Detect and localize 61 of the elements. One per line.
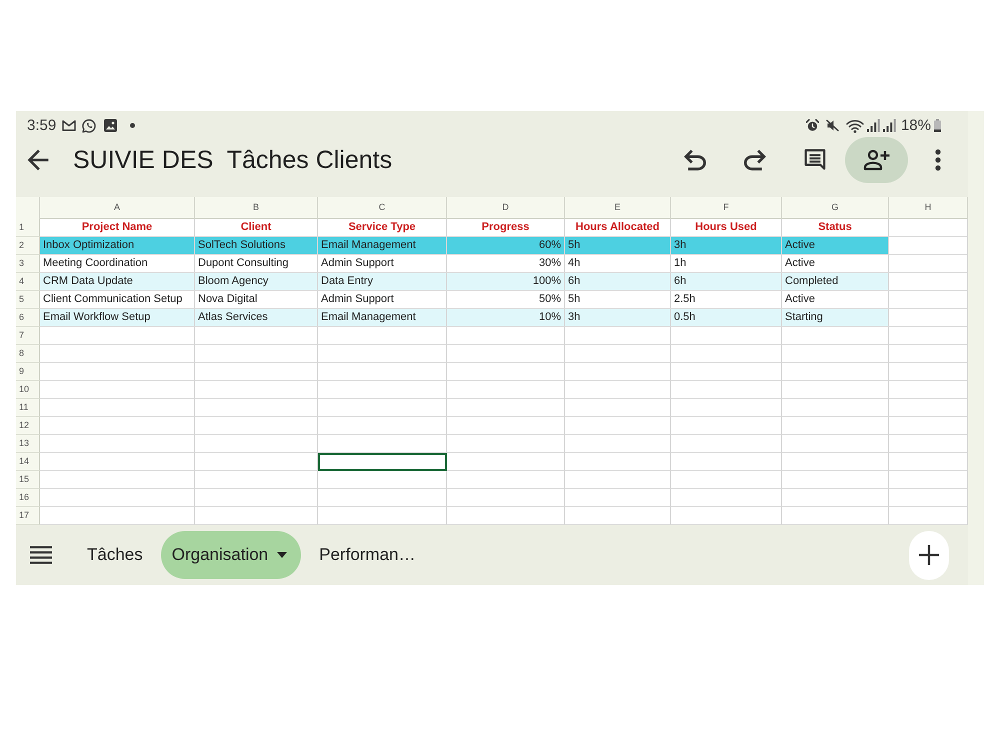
arrow-left-icon	[27, 148, 49, 170]
column-letter[interactable]: D	[447, 197, 565, 219]
clock-time: 3:59	[27, 116, 56, 134]
row-number[interactable]: 9	[16, 363, 40, 381]
row-number[interactable]: 12	[16, 417, 40, 435]
plus-icon	[919, 545, 939, 565]
more-icon	[935, 148, 941, 170]
mute-icon	[826, 119, 839, 132]
battery-icon	[934, 119, 941, 132]
row-number[interactable]: 7	[16, 327, 40, 345]
table-cell: Email Workflow Setup	[40, 309, 195, 327]
table-cell: 10%	[447, 309, 565, 327]
battery-percent: 18%	[900, 116, 931, 134]
row-number[interactable]: 15	[16, 471, 40, 489]
table-cell: Email Management	[318, 309, 447, 327]
active-cell[interactable]	[318, 453, 447, 471]
column-letter[interactable]: B	[195, 197, 318, 219]
signal-icon	[866, 119, 880, 132]
redo-icon	[744, 148, 766, 170]
row-number[interactable]: 14	[16, 453, 40, 471]
menu-icon	[30, 546, 52, 564]
table-cell: 3h	[565, 309, 671, 327]
chat-icon	[82, 118, 96, 132]
person-add-icon	[862, 148, 890, 172]
row-number[interactable]: 6	[16, 309, 40, 327]
row-number[interactable]: 5	[16, 291, 40, 309]
sheet-tab[interactable]: Tâches	[71, 531, 159, 579]
dot-icon	[130, 123, 136, 128]
signal-icon	[882, 119, 896, 132]
row-number[interactable]: 17	[16, 507, 40, 525]
row-number[interactable]: 10	[16, 381, 40, 399]
sheets-menu-button[interactable]	[30, 546, 52, 564]
caret-icon	[277, 552, 288, 558]
alarm-clock-icon	[806, 119, 819, 132]
row-number[interactable]: 13	[16, 435, 40, 453]
image-icon	[104, 119, 118, 132]
wifi-icon	[846, 118, 864, 132]
table-cell: Starting	[782, 309, 889, 327]
comment-icon	[802, 146, 828, 172]
column-letter[interactable]: F	[671, 197, 782, 219]
mail-icon	[62, 120, 76, 131]
undo-icon	[684, 148, 706, 170]
column-letter[interactable]: C	[318, 197, 447, 219]
sheet-tab[interactable]: Performan…	[303, 531, 432, 579]
back-button[interactable]	[27, 148, 49, 170]
table-cell: Atlas Services	[195, 309, 318, 327]
row-number[interactable]: 16	[16, 489, 40, 507]
row-number[interactable]: 2	[16, 237, 40, 255]
sheet-tab[interactable]: Organisation	[160, 531, 302, 579]
document-title: SUIVIE DES Tâches Clients	[73, 144, 392, 174]
column-letter[interactable]: G	[782, 197, 889, 219]
row-number[interactable]: 8	[16, 345, 40, 363]
column-letter[interactable]: A	[40, 197, 195, 219]
row-number[interactable]: 4	[16, 273, 40, 291]
row-number[interactable]: 11	[16, 399, 40, 417]
column-letter[interactable]: E	[565, 197, 671, 219]
add-person-button[interactable]	[845, 136, 908, 182]
table-cell: 0.5h	[671, 309, 782, 327]
add-sheet-button[interactable]	[909, 530, 949, 580]
row-number[interactable]: 1	[16, 219, 40, 237]
row-number[interactable]: 3	[16, 255, 40, 273]
